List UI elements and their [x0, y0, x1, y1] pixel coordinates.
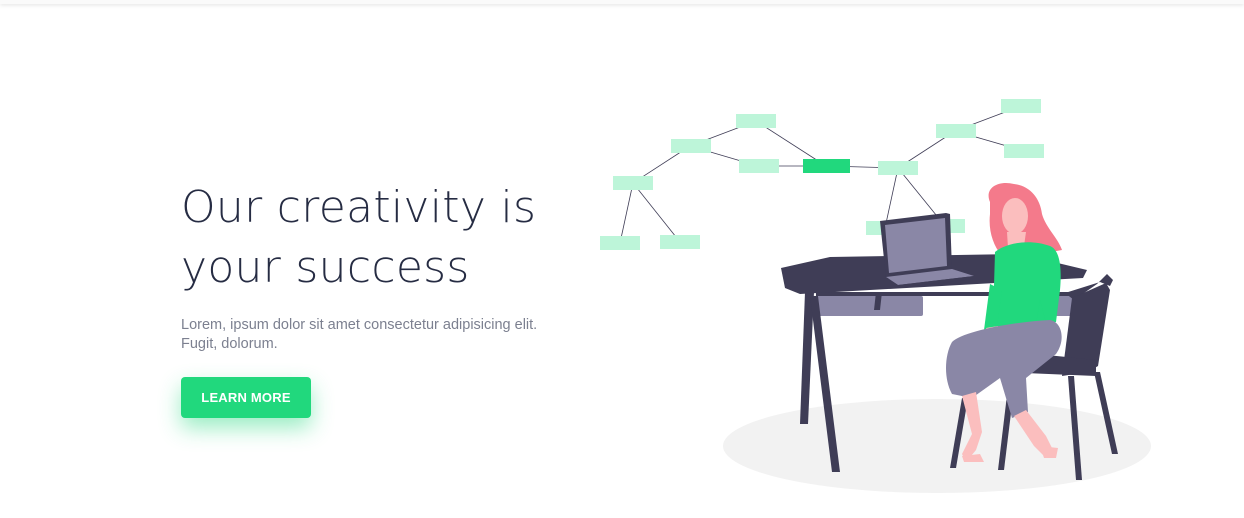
- hero-title-line-2: your success: [181, 242, 470, 293]
- mind-map-node-highlight: [803, 159, 850, 173]
- hero-subtitle: Lorem, ipsum dolor sit amet consectetur …: [181, 316, 601, 354]
- mind-map-node: [1004, 144, 1044, 158]
- mind-map-node: [671, 139, 711, 153]
- mind-map-node: [739, 159, 779, 173]
- hero-subtitle-line-1: Lorem, ipsum dolor sit amet consectetur …: [181, 317, 538, 333]
- floor-shadow: [723, 399, 1151, 493]
- mind-map-node: [936, 124, 976, 138]
- mind-map-node: [613, 176, 653, 190]
- hero-title-line-1: Our creativity is: [181, 182, 537, 233]
- mind-map-node: [878, 161, 918, 175]
- mind-map-node: [1001, 99, 1041, 113]
- hero-subtitle-line-2: Fugit, dolorum.: [181, 336, 278, 352]
- hero-title: Our creativity is your success: [181, 178, 601, 298]
- mind-map-node: [600, 236, 640, 250]
- learn-more-button[interactable]: LEARN MORE: [181, 377, 311, 418]
- mind-map-node: [736, 114, 776, 128]
- top-nav-bar: [0, 0, 1244, 4]
- hero-text-block: Our creativity is your success Lorem, ip…: [181, 178, 601, 354]
- woman-working-at-desk-illustration: [600, 99, 1151, 493]
- mind-map-nodes: [600, 99, 1044, 250]
- mind-map-node: [660, 235, 700, 249]
